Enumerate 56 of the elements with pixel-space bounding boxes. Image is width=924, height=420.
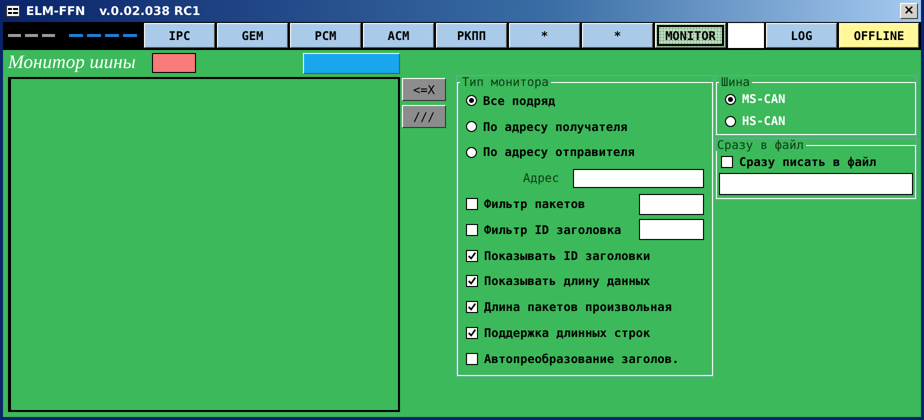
input-field[interactable] xyxy=(639,219,704,240)
tab[interactable]: РКПП xyxy=(436,23,507,48)
window-title: ELM-FFN xyxy=(26,4,86,18)
tab[interactable]: ACM xyxy=(363,23,434,48)
tab[interactable]: * xyxy=(509,23,580,48)
radio-label: HS-CAN xyxy=(742,114,786,128)
checkbox[interactable] xyxy=(466,224,478,236)
dashed-line-icon xyxy=(8,34,55,37)
checkbox[interactable] xyxy=(466,301,478,314)
tool-button[interactable]: <=X xyxy=(402,78,446,101)
tab[interactable]: IPC xyxy=(144,23,215,48)
checkbox-label: Фильтр ID заголовка xyxy=(484,222,622,237)
checkbox[interactable] xyxy=(466,327,478,340)
action-button[interactable] xyxy=(303,52,400,74)
input-field[interactable] xyxy=(573,168,704,188)
radio-button[interactable] xyxy=(725,94,736,104)
radio-button[interactable] xyxy=(466,146,477,158)
group-title: Шина xyxy=(720,76,751,88)
group-title: Тип монитора xyxy=(461,76,550,88)
checkbox-label: Автопреобразование заголов. xyxy=(484,352,680,366)
group-title: Сразу в файл xyxy=(716,139,805,151)
tab[interactable]: GEM xyxy=(217,23,288,48)
input-field[interactable] xyxy=(719,173,913,195)
checkbox[interactable] xyxy=(721,156,733,168)
tool-button[interactable]: /// xyxy=(402,105,446,128)
tab[interactable]: PCM xyxy=(290,23,361,48)
checkbox[interactable] xyxy=(466,198,478,210)
radio-button[interactable] xyxy=(725,116,736,126)
checkbox-label: Длина пакетов произвольная xyxy=(484,300,672,314)
radio-label: По адресу отправителя xyxy=(483,145,635,160)
field-label: Адрес xyxy=(523,171,560,186)
dashed-line-icon xyxy=(69,34,137,37)
checkbox-label: Фильтр пакетов xyxy=(484,197,586,212)
status-indicator xyxy=(152,53,196,73)
checkbox-label: Показывать ID заголовки xyxy=(484,248,650,263)
close-button[interactable]: × xyxy=(900,3,918,19)
tab[interactable]: * xyxy=(582,23,653,48)
radio-label: MS-CAN xyxy=(742,92,786,106)
checkbox[interactable] xyxy=(466,275,478,288)
status-button[interactable]: OFFLINE xyxy=(839,23,919,48)
checkbox-label: Показывать длину данных xyxy=(484,274,650,288)
radio-label: Все подряд xyxy=(483,94,556,108)
radio-label: По адресу получателя xyxy=(483,120,628,134)
app-icon xyxy=(6,5,20,17)
checkbox[interactable] xyxy=(466,250,478,262)
checkbox[interactable] xyxy=(466,352,478,365)
checkbox-label: Сразу писать в файл xyxy=(739,155,876,169)
panel-title: Монитор шины xyxy=(8,52,136,74)
blank-panel xyxy=(728,23,764,48)
radio-button[interactable] xyxy=(466,95,477,106)
tab[interactable]: MONITOR xyxy=(655,23,726,48)
checkbox-label: Поддержка длинных строк xyxy=(484,326,650,340)
version-label: v.0.02.038 RC1 xyxy=(99,4,200,18)
tab[interactable]: LOG xyxy=(766,23,837,48)
input-field[interactable] xyxy=(639,194,704,215)
radio-button[interactable] xyxy=(466,121,477,132)
